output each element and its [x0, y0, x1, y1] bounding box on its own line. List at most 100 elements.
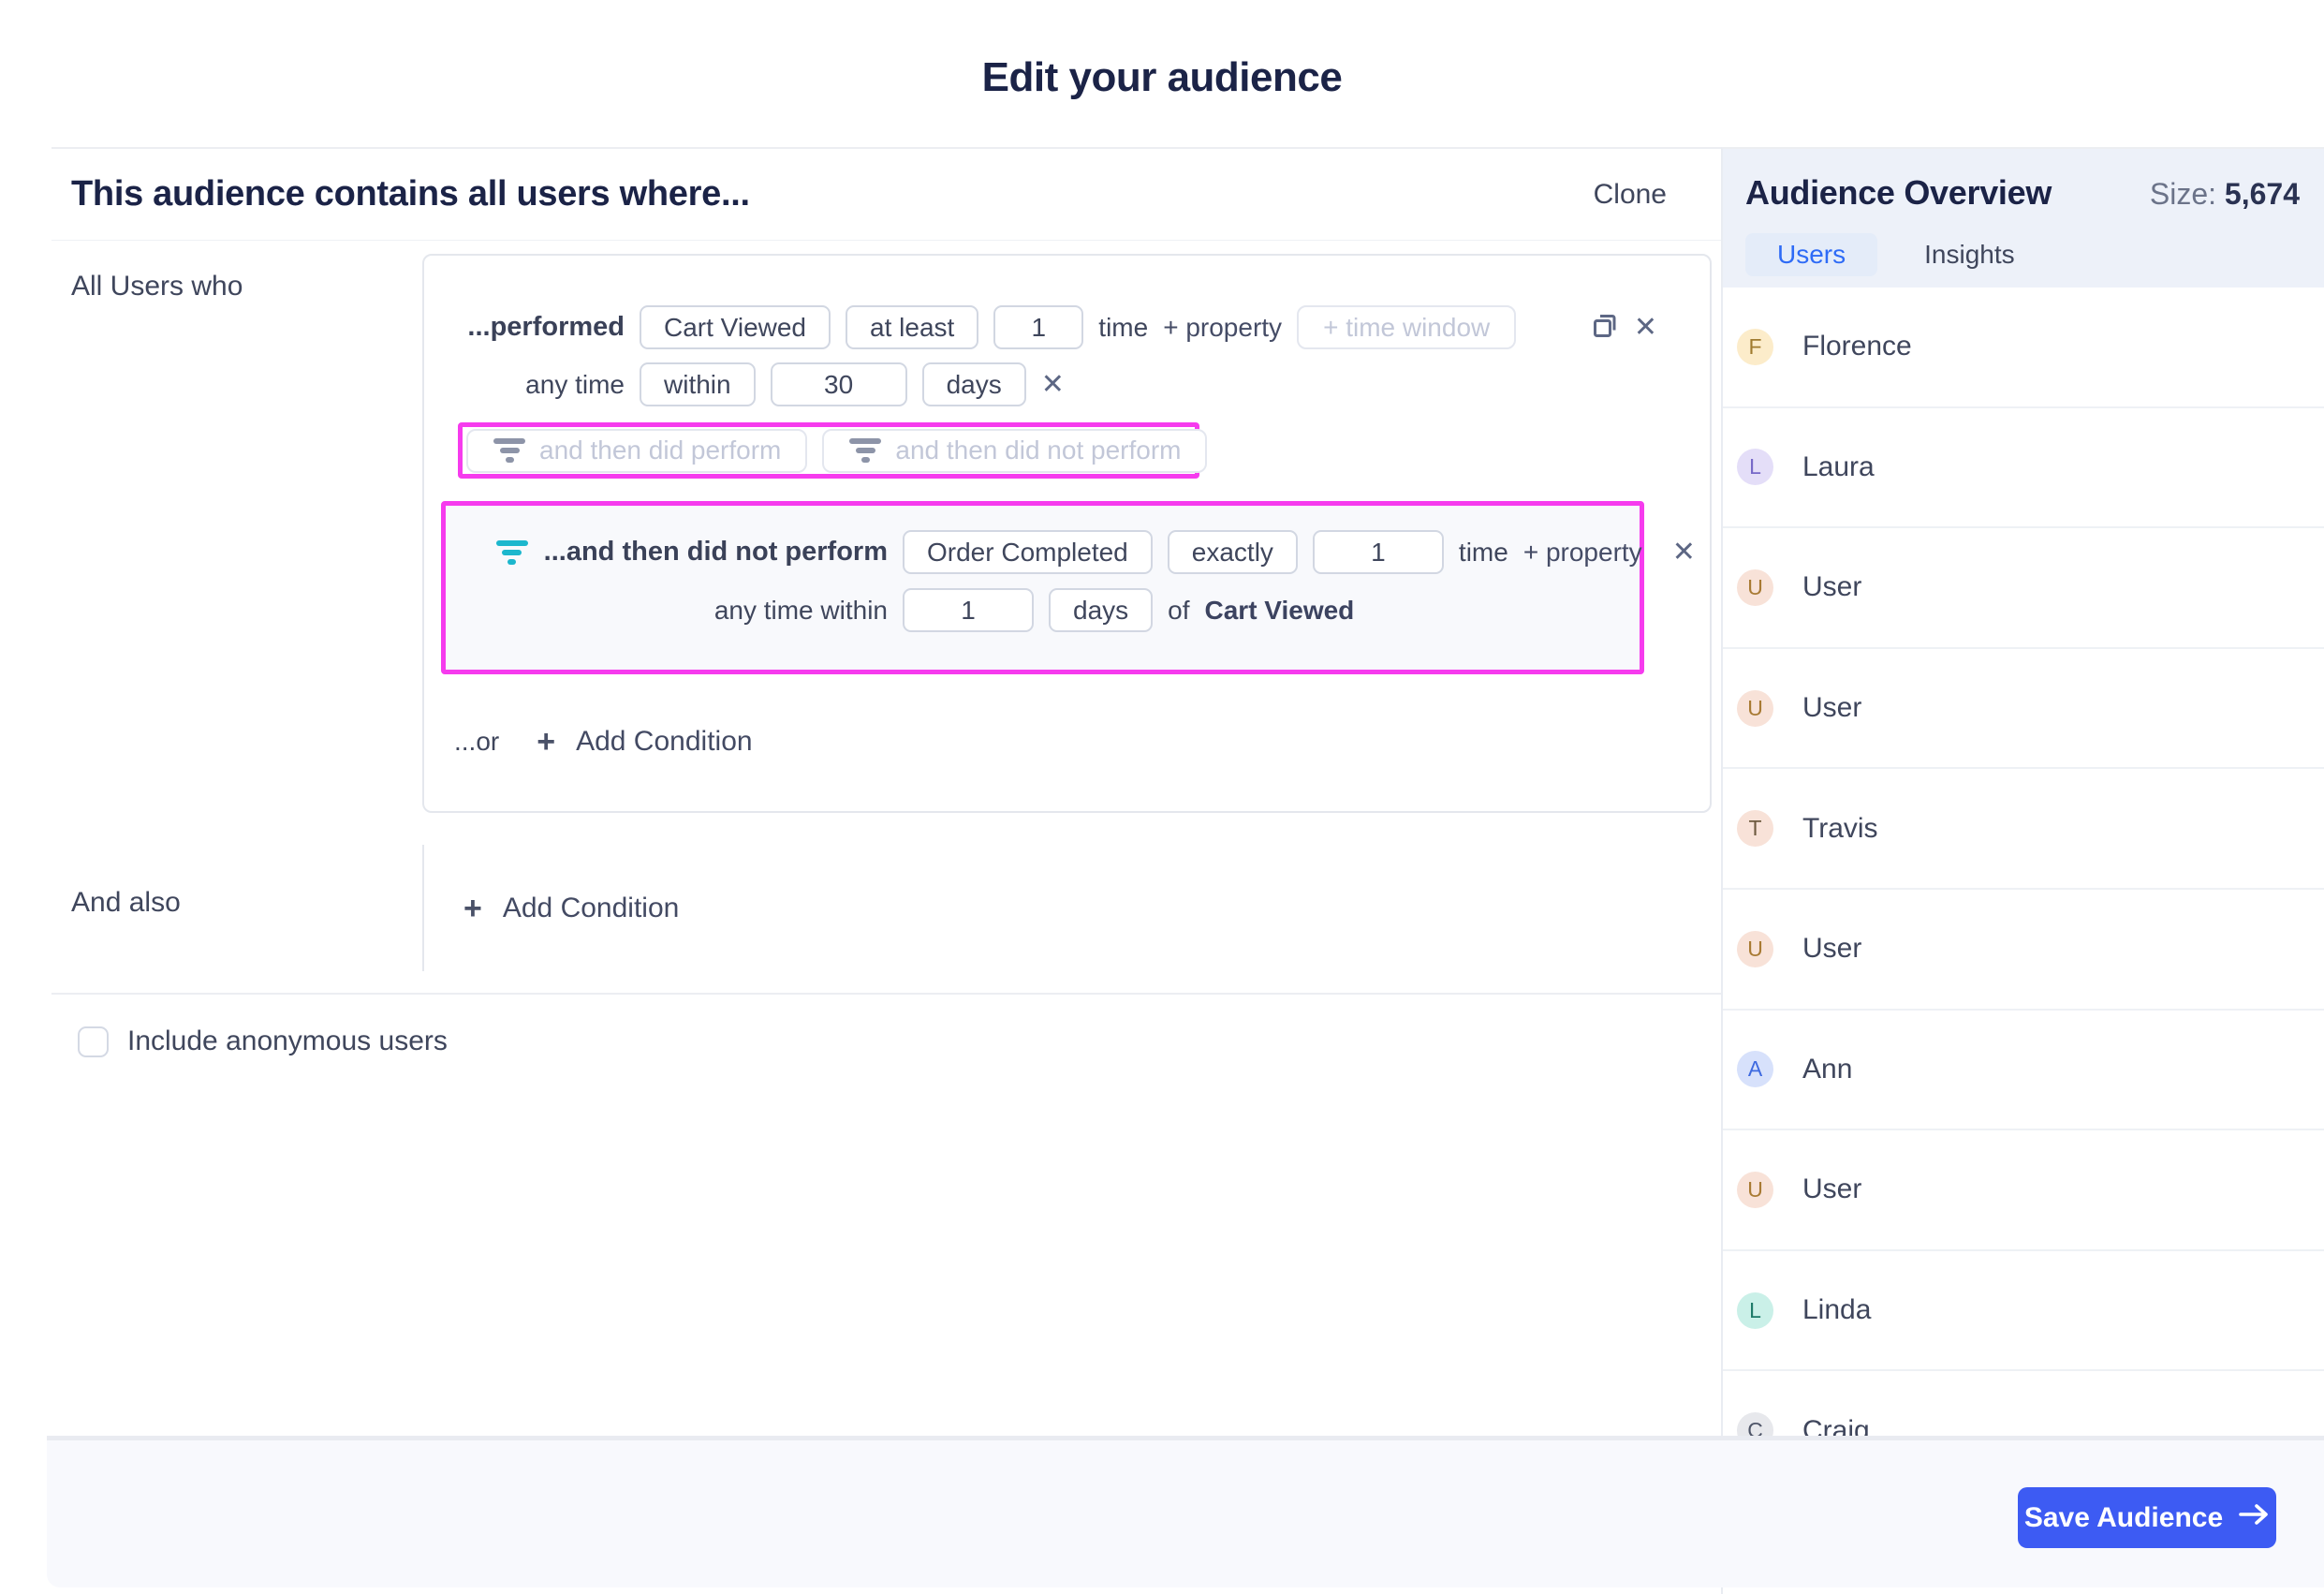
builder-header: This audience contains all users where..… — [51, 149, 1721, 241]
clone-button[interactable]: Clone — [1594, 179, 1667, 211]
list-item[interactable]: L Laura — [1723, 408, 2324, 529]
list-item[interactable]: T Travis — [1723, 769, 2324, 890]
arrow-right-icon — [2238, 1502, 2270, 1534]
count-input[interactable] — [993, 305, 1084, 349]
user-name: Laura — [1802, 450, 1875, 482]
sidebar-header: Audience Overview Size: 5,674 Users Insi… — [1723, 149, 2324, 288]
footer-bar: Save Audience — [47, 1436, 2324, 1587]
condition-group-card: ...performed Cart Viewed at least time +… — [422, 254, 1712, 813]
add-condition-button[interactable]: + Add Condition — [537, 726, 752, 758]
count-input[interactable] — [1312, 530, 1444, 574]
close-icon: ✕ — [1633, 311, 1657, 343]
operator-select[interactable]: exactly — [1167, 530, 1298, 574]
funnel-icon — [848, 438, 882, 463]
time-value-input[interactable] — [903, 588, 1034, 632]
plus-icon: + — [463, 890, 482, 926]
close-icon: ✕ — [1671, 536, 1696, 568]
performed-label: ...performed — [467, 312, 625, 342]
avatar: U — [1737, 930, 1773, 967]
time-suffix-label: time — [1098, 312, 1149, 342]
of-label: of — [1168, 595, 1190, 625]
save-audience-label: Save Audience — [2023, 1501, 2224, 1533]
operator-select[interactable]: at least — [846, 305, 979, 349]
nested-condition-highlight: ...and then did not perform Order Comple… — [441, 501, 1696, 674]
ghost-button-label: and then did not perform — [895, 435, 1182, 465]
and-then-did-not-perform-button[interactable]: and then did not perform — [822, 428, 1208, 473]
plus-icon: + — [537, 724, 556, 760]
user-name: User — [1802, 692, 1862, 724]
add-property-button[interactable]: + property — [1163, 313, 1282, 343]
include-anonymous-label: Include anonymous users — [127, 1026, 448, 1056]
audience-size: Size: 5,674 — [2150, 177, 2300, 212]
condition2-time-row: any time within days of Cart Viewed — [479, 588, 1606, 632]
user-name: User — [1802, 933, 1862, 965]
within-select[interactable]: within — [640, 362, 756, 406]
avatar: T — [1737, 810, 1773, 848]
list-item[interactable]: L Linda — [1723, 1251, 2324, 1372]
or-label: ...or — [454, 727, 500, 756]
include-anonymous-checkbox[interactable] — [78, 1026, 109, 1057]
event-select[interactable]: Cart Viewed — [640, 305, 831, 349]
remove-time-window-button[interactable]: ✕ — [1041, 370, 1065, 399]
or-add-condition-row: ...or + Add Condition — [454, 726, 1710, 758]
condition1-main-row: ...performed Cart Viewed at least time +… — [424, 305, 1710, 349]
did-not-perform-label: ...and then did not perform — [543, 537, 888, 567]
sidebar-tabs: Users Insights — [1745, 233, 2300, 276]
size-value: 5,674 — [2224, 177, 2300, 211]
copy-icon — [1591, 312, 1619, 343]
time-unit-select[interactable]: days — [921, 362, 1026, 406]
user-name: User — [1802, 1173, 1862, 1205]
user-name: Florence — [1802, 331, 1912, 362]
time-value-input[interactable] — [770, 362, 907, 406]
user-name: Travis — [1802, 812, 1878, 844]
remove-condition-button[interactable]: ✕ — [1633, 311, 1657, 343]
condition1-time-row: any time within days ✕ — [424, 362, 1710, 406]
builder-heading: This audience contains all users where..… — [71, 174, 750, 214]
add-condition-label: Add Condition — [502, 892, 680, 923]
add-property-button[interactable]: + property — [1523, 538, 1642, 568]
save-audience-button[interactable]: Save Audience — [2018, 1487, 2276, 1548]
list-item[interactable]: A Ann — [1723, 1011, 2324, 1131]
and-also-section: + Add Condition — [422, 845, 1003, 971]
any-time-label: any time — [525, 369, 625, 399]
condition2-main-row: ...and then did not perform Order Comple… — [479, 530, 1696, 574]
funnel-icon — [493, 438, 526, 463]
sidebar-title: Audience Overview — [1745, 173, 2052, 212]
anonymous-users-row: Include anonymous users — [78, 1026, 448, 1057]
any-time-within-label: any time within — [713, 595, 888, 625]
event-select[interactable]: Order Completed — [903, 530, 1153, 574]
list-item[interactable]: F Florence — [1723, 288, 2324, 408]
avatar: A — [1737, 1051, 1773, 1088]
tab-insights[interactable]: Insights — [1892, 233, 2047, 276]
avatar: U — [1737, 1171, 1773, 1208]
duplicate-condition-button[interactable] — [1591, 312, 1619, 343]
section-label-all-users: All Users who — [71, 271, 243, 302]
avatar: L — [1737, 449, 1773, 486]
list-item[interactable]: U User — [1723, 528, 2324, 649]
ghost-button-label: and then did perform — [539, 435, 782, 465]
user-name: Linda — [1802, 1294, 1872, 1326]
add-condition-button[interactable]: + Add Condition — [463, 893, 679, 924]
avatar: L — [1737, 1291, 1773, 1329]
time-window-button[interactable]: + time window — [1297, 305, 1517, 349]
avatar: F — [1737, 328, 1773, 365]
remove-condition-button[interactable]: ✕ — [1671, 536, 1696, 568]
condition2-lead: ...and then did not perform — [479, 537, 888, 568]
audience-overview-sidebar: Audience Overview Size: 5,674 Users Insi… — [1721, 147, 2324, 1594]
sequence-options-highlight: and then did perform and then did not pe… — [458, 422, 1208, 479]
list-item[interactable]: U User — [1723, 1130, 2324, 1251]
avatar: U — [1737, 689, 1773, 727]
user-name: User — [1802, 571, 1862, 603]
and-then-did-perform-button[interactable]: and then did perform — [466, 428, 808, 473]
user-name: Ann — [1802, 1053, 1853, 1085]
user-list: F Florence L Laura U User U User T Travi… — [1723, 288, 2324, 1594]
funnel-icon — [495, 539, 529, 565]
time-unit-select[interactable]: days — [1049, 588, 1154, 632]
sidebar-header-top: Audience Overview Size: 5,674 — [1745, 173, 2300, 213]
add-condition-label: Add Condition — [576, 726, 753, 757]
list-item[interactable]: U User — [1723, 649, 2324, 770]
list-item[interactable]: U User — [1723, 890, 2324, 1011]
time-suffix-label: time — [1458, 537, 1508, 567]
audience-builder-panel: This audience contains all users where..… — [51, 147, 1721, 995]
tab-users[interactable]: Users — [1745, 233, 1878, 276]
